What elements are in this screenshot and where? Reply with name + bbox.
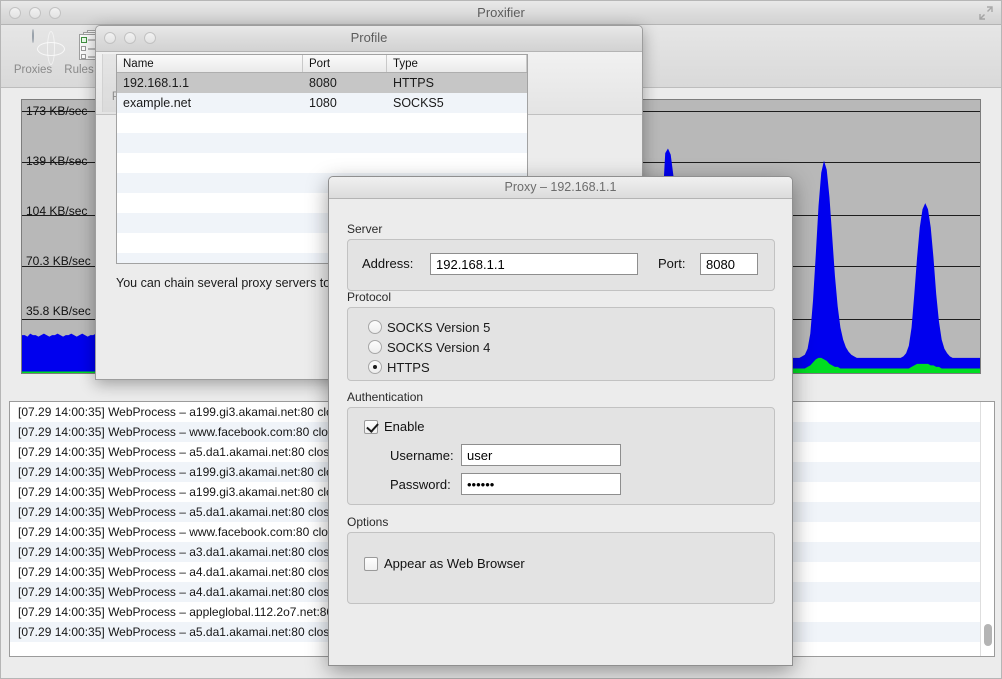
options-group-label: Options <box>347 515 775 529</box>
cell-type <box>387 113 527 133</box>
cell-name <box>117 253 303 264</box>
cell-port <box>303 133 387 153</box>
protocol-option-socks4[interactable]: SOCKS Version 4 <box>368 337 774 357</box>
graph-ytick-3: 139 KB/sec <box>26 154 87 168</box>
protocol-option-https[interactable]: HTTPS <box>368 357 774 377</box>
radio-https[interactable] <box>368 360 382 374</box>
cell-port: 8080 <box>303 73 387 93</box>
table-row[interactable] <box>117 133 527 153</box>
graph-ytick-2: 104 KB/sec <box>26 204 87 218</box>
radio-socks5[interactable] <box>368 320 382 334</box>
table-row[interactable]: 192.168.1.18080HTTPS <box>117 73 527 93</box>
address-label: Address: <box>362 256 413 271</box>
options-group-box: Appear as Web Browser <box>347 532 775 604</box>
log-scrollbar-thumb[interactable] <box>984 624 992 646</box>
cell-name <box>117 213 303 233</box>
protocol-group-label: Protocol <box>347 290 775 304</box>
proxy-settings-dialog: Proxy – 192.168.1.1 Server Address: Port… <box>328 176 793 666</box>
enable-auth-checkbox[interactable] <box>364 420 378 434</box>
password-label: Password: <box>390 477 451 492</box>
table-row[interactable] <box>117 113 527 133</box>
cell-port <box>303 113 387 133</box>
cell-name <box>117 113 303 133</box>
protocol-group: Protocol SOCKS Version 5 SOCKS Version 4… <box>347 290 775 381</box>
graph-ytick-0: 35.8 KB/sec <box>26 304 91 318</box>
protocol-option-socks5[interactable]: SOCKS Version 5 <box>368 317 774 337</box>
port-label: Port: <box>658 256 685 271</box>
authentication-group-label: Authentication <box>347 390 775 404</box>
column-header-port[interactable]: Port <box>303 55 387 72</box>
cell-name: 192.168.1.1 <box>117 73 303 93</box>
cell-name <box>117 233 303 253</box>
address-input[interactable] <box>430 253 638 275</box>
server-group-label: Server <box>347 222 775 236</box>
enable-auth-checkbox-row[interactable]: Enable <box>364 419 424 434</box>
password-input[interactable] <box>461 473 621 495</box>
cell-name <box>117 153 303 173</box>
appear-as-web-browser-label: Appear as Web Browser <box>384 556 525 571</box>
username-input[interactable] <box>461 444 621 466</box>
cell-type <box>387 153 527 173</box>
protocol-option-socks4-label: SOCKS Version 4 <box>387 340 490 355</box>
column-header-name[interactable]: Name <box>117 55 303 72</box>
cell-name <box>117 133 303 153</box>
authentication-group-box: Enable Username: Password: <box>347 407 775 505</box>
appear-as-web-browser-row[interactable]: Appear as Web Browser <box>364 556 525 571</box>
server-group-box: Address: Port: <box>347 239 775 291</box>
main-window-title: Proxifier <box>1 5 1001 20</box>
main-titlebar: Proxifier <box>1 1 1001 25</box>
cell-port <box>303 153 387 173</box>
table-row[interactable] <box>117 153 527 173</box>
proxy-table-header: Name Port Type <box>117 55 527 73</box>
log-scrollbar[interactable] <box>980 402 994 656</box>
protocol-option-https-label: HTTPS <box>387 360 430 375</box>
radio-socks4[interactable] <box>368 340 382 354</box>
cell-type: SOCKS5 <box>387 93 527 113</box>
cell-name <box>117 173 303 193</box>
enable-auth-label: Enable <box>384 419 424 434</box>
table-row[interactable]: example.net1080SOCKS5 <box>117 93 527 113</box>
column-header-type[interactable]: Type <box>387 55 527 72</box>
profile-window-title: Profile <box>96 30 642 45</box>
proxy-dialog-title: Proxy – 192.168.1.1 <box>329 180 792 194</box>
graph-ytick-1: 70.3 KB/sec <box>26 254 91 268</box>
graph-ytick-4: 173 KB/sec <box>26 104 87 118</box>
port-input[interactable] <box>700 253 758 275</box>
server-group: Server Address: Port: <box>347 222 775 291</box>
cell-name: example.net <box>117 93 303 113</box>
cell-port: 1080 <box>303 93 387 113</box>
username-label: Username: <box>390 448 454 463</box>
protocol-group-box: SOCKS Version 5 SOCKS Version 4 HTTPS <box>347 307 775 381</box>
appear-as-web-browser-checkbox[interactable] <box>364 557 378 571</box>
protocol-option-socks5-label: SOCKS Version 5 <box>387 320 490 335</box>
profile-titlebar: Profile <box>96 26 642 52</box>
authentication-group: Authentication Enable Username: Password… <box>347 390 775 505</box>
cell-type <box>387 133 527 153</box>
proxy-dialog-titlebar: Proxy – 192.168.1.1 <box>329 177 792 199</box>
expand-icon[interactable] <box>979 6 993 20</box>
cell-name <box>117 193 303 213</box>
cell-type: HTTPS <box>387 73 527 93</box>
options-group: Options Appear as Web Browser <box>347 515 775 604</box>
